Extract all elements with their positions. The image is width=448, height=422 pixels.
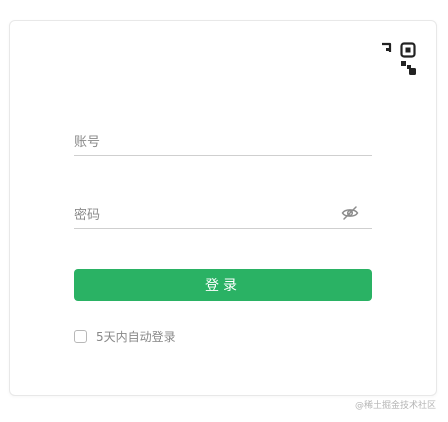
- remember-login-option[interactable]: 5天内自动登录: [74, 328, 176, 344]
- watermark: @稀土掘金技术社区: [354, 401, 436, 411]
- login-button[interactable]: 登录: [74, 269, 372, 301]
- account-input[interactable]: [74, 131, 334, 153]
- remember-label: 5天内自动登录: [96, 329, 176, 344]
- eye-off-icon: [341, 206, 359, 220]
- password-field: [74, 204, 372, 229]
- account-field: [74, 131, 372, 156]
- password-input[interactable]: [74, 204, 334, 226]
- qr-code-login-toggle[interactable]: [379, 40, 419, 80]
- password-visibility-toggle[interactable]: [341, 205, 359, 221]
- remember-checkbox[interactable]: [74, 329, 87, 343]
- qr-code-icon: [382, 42, 416, 75]
